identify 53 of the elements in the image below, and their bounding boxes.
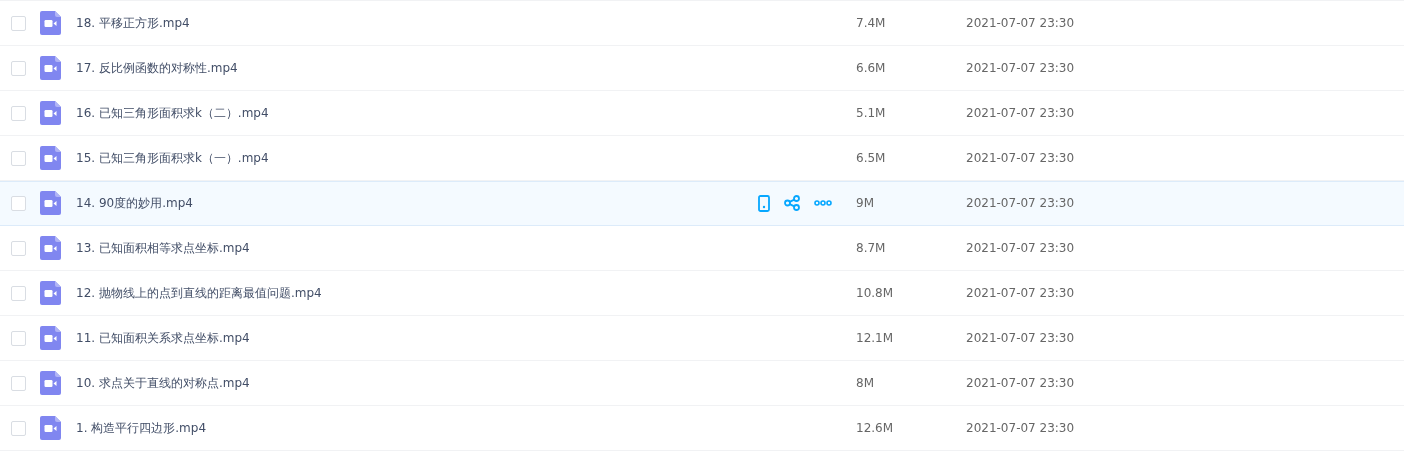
checkbox[interactable] xyxy=(11,105,26,121)
modified-date: 2021-07-07 23:30 xyxy=(966,376,1075,390)
file-name[interactable]: 14. 90度的妙用.mp4 xyxy=(76,194,193,212)
file-size: 12.1M xyxy=(856,331,895,345)
file-size: 5.1M xyxy=(856,106,887,120)
modified-date: 2021-07-07 23:30 xyxy=(966,286,1075,300)
file-name[interactable]: 15. 已知三角形面积求k（一）.mp4 xyxy=(76,149,269,167)
checkbox[interactable] xyxy=(11,150,26,166)
file-size: 9M xyxy=(856,196,875,210)
video-file-icon xyxy=(40,236,61,260)
video-file-icon xyxy=(40,11,61,35)
file-name[interactable]: 16. 已知三角形面积求k（二）.mp4 xyxy=(76,104,269,122)
checkbox[interactable] xyxy=(11,285,26,301)
checkbox[interactable] xyxy=(11,195,26,211)
modified-date: 2021-07-07 23:30 xyxy=(966,196,1075,210)
checkbox[interactable] xyxy=(11,375,26,391)
file-size: 6.6M xyxy=(856,61,887,75)
modified-date: 2021-07-07 23:30 xyxy=(966,421,1075,435)
modified-date: 2021-07-07 23:30 xyxy=(966,106,1075,120)
checkbox[interactable] xyxy=(11,60,26,76)
more-icon[interactable] xyxy=(814,200,832,206)
file-name[interactable]: 12. 抛物线上的点到直线的距离最值问题.mp4 xyxy=(76,284,322,302)
video-file-icon xyxy=(40,281,61,305)
file-name[interactable]: 18. 平移正方形.mp4 xyxy=(76,14,190,32)
checkbox[interactable] xyxy=(11,330,26,346)
modified-date: 2021-07-07 23:30 xyxy=(966,16,1075,30)
checkbox[interactable] xyxy=(11,240,26,256)
phone-icon[interactable] xyxy=(758,194,770,212)
file-size: 8M xyxy=(856,376,875,390)
modified-date: 2021-07-07 23:30 xyxy=(966,151,1075,165)
file-name[interactable]: 17. 反比例函数的对称性.mp4 xyxy=(76,59,238,77)
file-size: 7.4M xyxy=(856,16,887,30)
file-size: 6.5M xyxy=(856,151,887,165)
file-size: 12.6M xyxy=(856,421,895,435)
file-size: 8.7M xyxy=(856,241,887,255)
video-file-icon xyxy=(40,146,61,170)
file-name[interactable]: 11. 已知面积关系求点坐标.mp4 xyxy=(76,329,250,347)
file-name[interactable]: 13. 已知面积相等求点坐标.mp4 xyxy=(76,239,250,257)
file-size: 10.8M xyxy=(856,286,895,300)
modified-date: 2021-07-07 23:30 xyxy=(966,241,1075,255)
video-file-icon xyxy=(40,191,61,215)
video-file-icon xyxy=(40,326,61,350)
video-file-icon xyxy=(40,101,61,125)
file-name[interactable]: 10. 求点关于直线的对称点.mp4 xyxy=(76,374,250,392)
checkbox[interactable] xyxy=(11,420,26,436)
video-file-icon xyxy=(40,416,61,440)
file-name[interactable]: 1. 构造平行四边形.mp4 xyxy=(76,419,207,437)
modified-date: 2021-07-07 23:30 xyxy=(966,61,1075,75)
video-file-icon xyxy=(40,371,61,395)
checkbox[interactable] xyxy=(11,15,26,31)
share-icon[interactable] xyxy=(784,195,800,211)
modified-date: 2021-07-07 23:30 xyxy=(966,331,1075,345)
video-file-icon xyxy=(40,56,61,80)
